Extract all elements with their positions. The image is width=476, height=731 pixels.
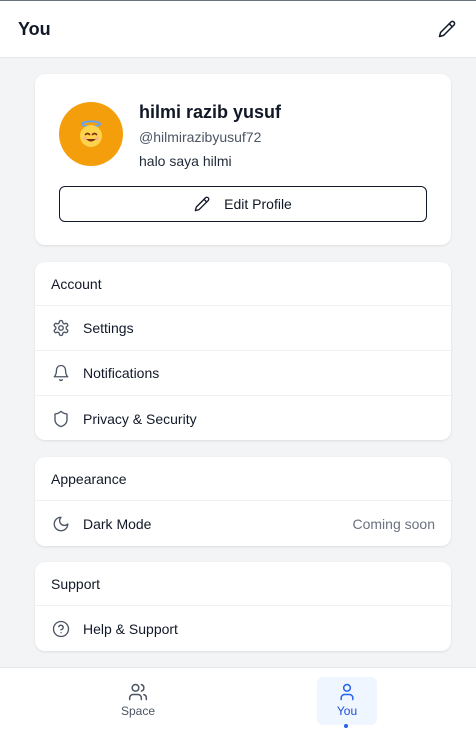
edit-profile-button[interactable]: Edit Profile [59,186,427,222]
account-section: Account Settings Notifications Privacy &… [35,262,451,440]
section-title: Appearance [35,457,451,501]
edit-button[interactable] [436,18,458,40]
privacy-security-row[interactable]: Privacy & Security [35,396,451,441]
bell-icon [51,363,71,383]
help-support-row[interactable]: Help & Support [35,606,451,651]
nav-you-label: You [336,704,358,718]
edit-profile-label: Edit Profile [224,196,292,212]
settings-row[interactable]: Settings [35,306,451,351]
profile-name: hilmi razib yusuf [139,102,282,122]
pencil-icon [194,196,210,212]
dark-mode-label: Dark Mode [83,515,152,532]
avatar [59,102,123,166]
top-bar: You [0,0,476,58]
section-title: Account [35,262,451,306]
nav-space-tab[interactable]: Space [108,677,168,725]
moon-icon [51,514,71,534]
active-indicator-dot [344,724,348,728]
pencil-icon [438,20,456,38]
notifications-row[interactable]: Notifications [35,351,451,396]
nav-you-tab[interactable]: You [317,677,377,728]
coming-soon-text: Coming soon [352,515,436,532]
user-icon [340,683,354,701]
nav-space-label: Space [120,704,156,718]
gear-icon [51,318,71,338]
notifications-label: Notifications [83,365,160,381]
settings-label: Settings [83,320,134,336]
support-section: Support Help & Support [35,562,451,651]
profile-bio: halo saya hilmi [139,153,232,169]
privacy-security-label: Privacy & Security [83,410,197,427]
help-support-label: Help & Support [83,620,178,637]
bottom-nav: Space You [0,667,476,731]
smiling-face-with-halo-icon [80,120,102,147]
shield-icon [51,409,71,429]
appearance-section: Appearance Dark Mode Coming soon [35,457,451,546]
help-circle-icon [51,619,71,639]
users-icon [128,683,148,701]
profile-card: hilmi razib yusuf @hilmirazibyusuf72 hal… [35,74,451,245]
page-title: You [18,18,51,39]
profile-handle: @hilmirazibyusuf72 [139,129,262,145]
section-title: Support [35,562,451,606]
dark-mode-row[interactable]: Dark Mode Coming soon [35,501,451,546]
